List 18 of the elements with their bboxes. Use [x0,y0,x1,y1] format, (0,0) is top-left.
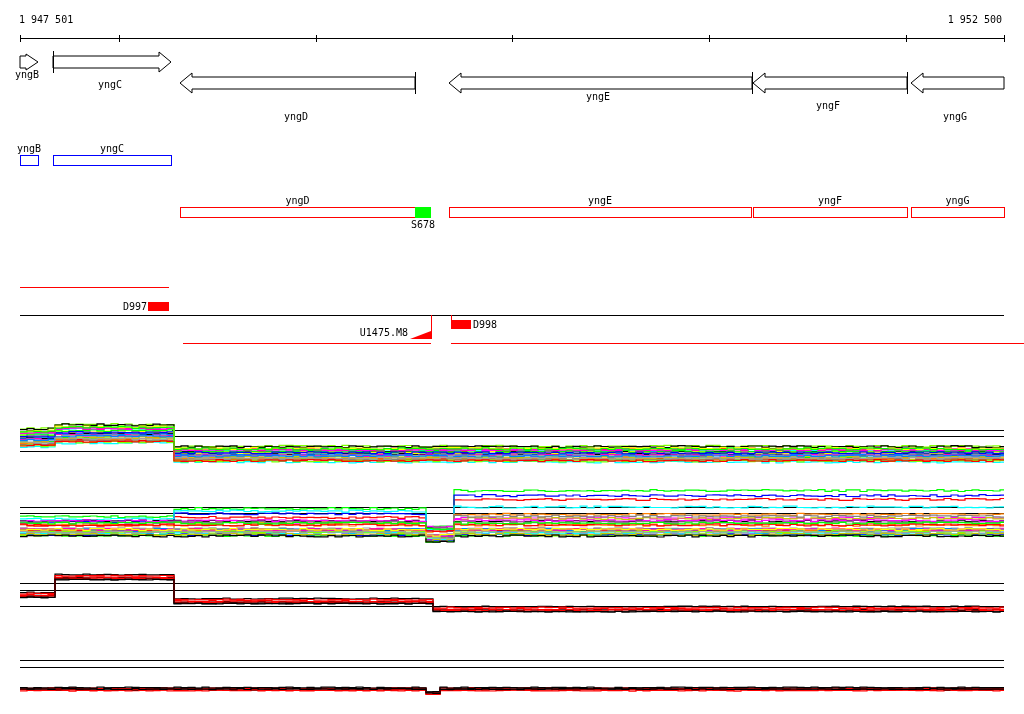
gene-label: yngF [815,100,841,111]
ruler-start-label: 1 947 501 [19,14,74,25]
cds-label: yngC [99,143,125,154]
gene-label: yngC [97,79,123,90]
gene-label: yngG [942,111,968,122]
gene-label: yngD [283,111,309,122]
gene-label: yngB [14,69,40,80]
gene-label: yngE [585,91,611,102]
cds-label: yngG [945,195,970,206]
cds-label: yngE [587,195,613,206]
transcript-label: D998 [473,319,498,330]
cds-label: yngD [285,195,310,206]
cds-label: yngF [817,195,843,206]
transcript-label: U1475.M8 [359,327,408,338]
site-label: S678 [410,219,436,230]
cds-label: yngB [16,143,42,154]
transcript-label: D997 [122,301,147,312]
ruler-end-label: 1 952 500 [947,14,1002,25]
